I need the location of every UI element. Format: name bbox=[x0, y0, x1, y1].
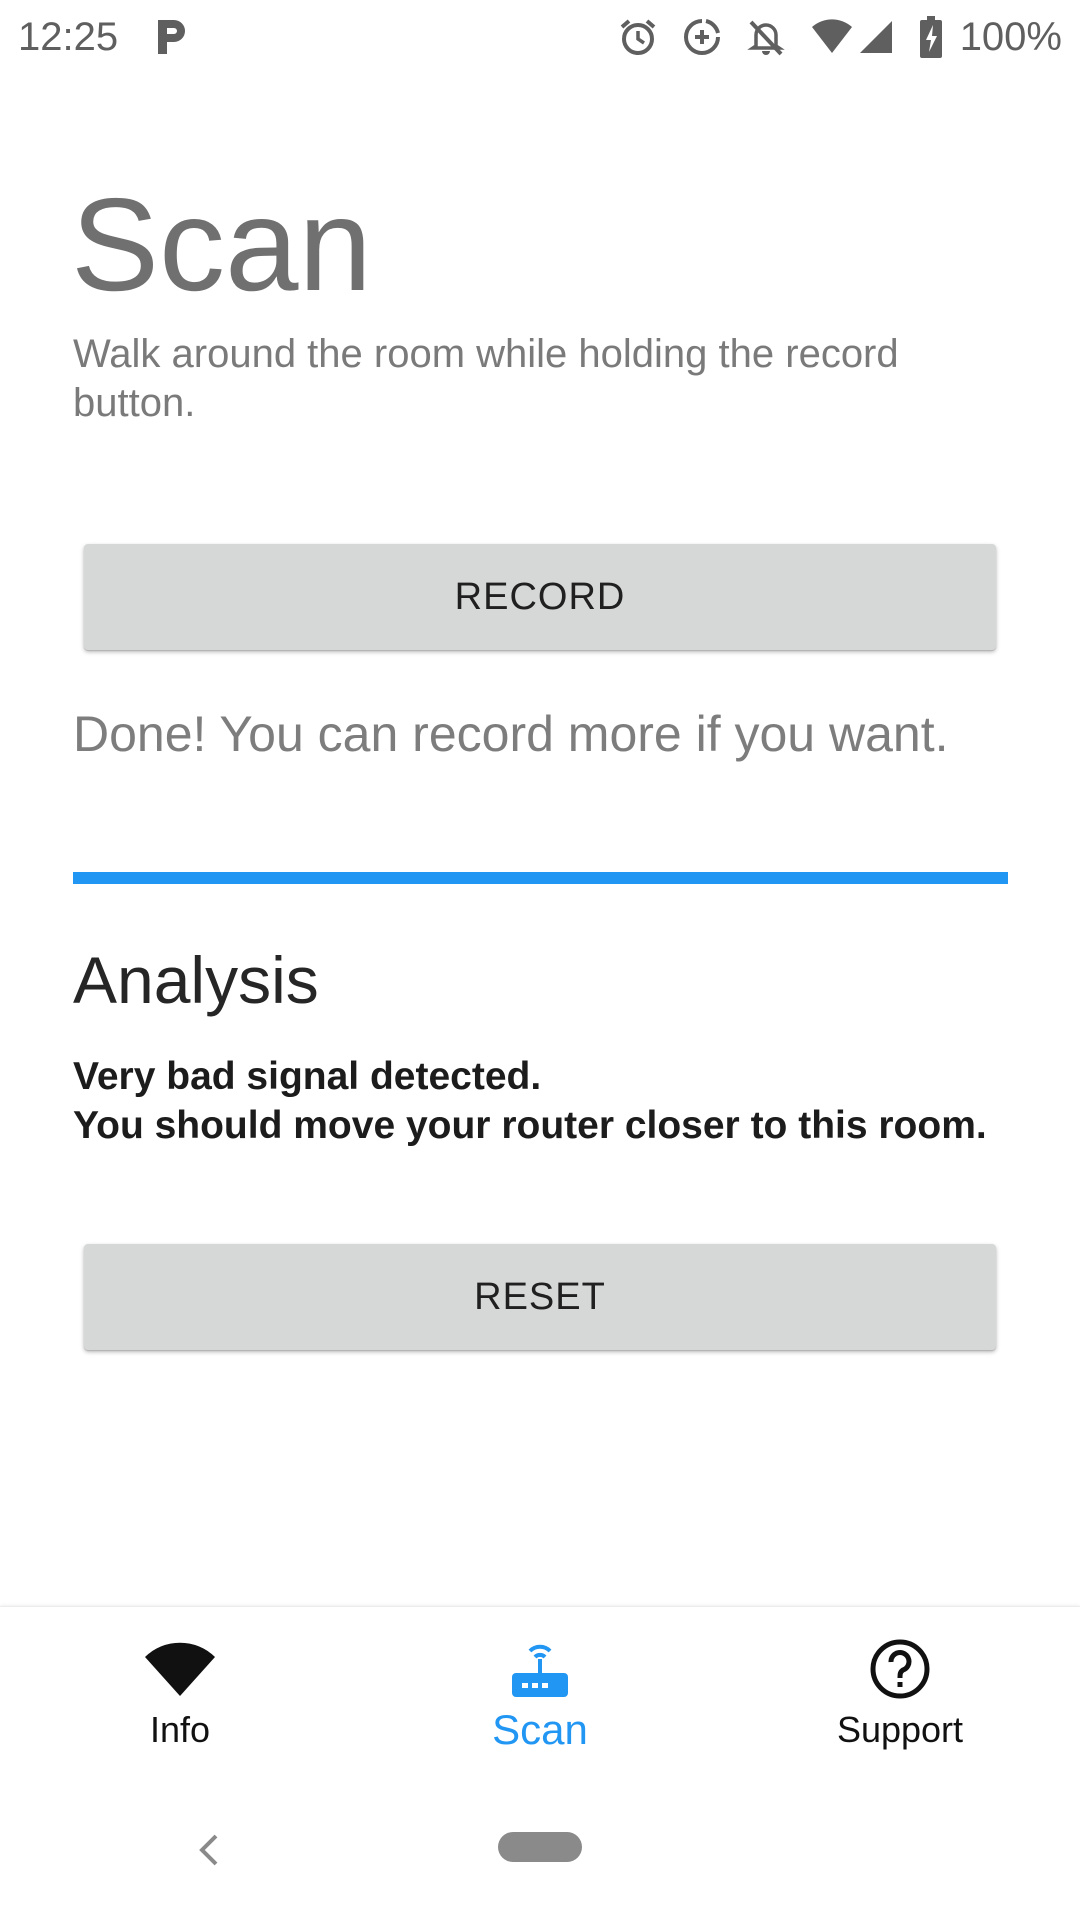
nav-item-support[interactable]: Support bbox=[720, 1607, 1080, 1777]
back-icon[interactable] bbox=[190, 1830, 230, 1870]
data-saver-icon bbox=[683, 19, 720, 55]
status-time: 12:25 bbox=[18, 15, 119, 59]
wifi-icon bbox=[145, 1642, 215, 1696]
nav-item-info[interactable]: Info bbox=[0, 1607, 360, 1777]
battery-percent: 100% bbox=[959, 15, 1062, 59]
wifi-icon bbox=[811, 19, 852, 53]
scan-progress-bar bbox=[73, 872, 1008, 884]
analysis-heading: Analysis bbox=[73, 943, 319, 1017]
nav-item-label: Info bbox=[149, 1709, 211, 1750]
analysis-result-line: You should move your router closer to th… bbox=[73, 1104, 987, 1147]
bottom-navigation: Info Scan Support bbox=[0, 1606, 1080, 1777]
scan-status-message: Done! You can record more if you want. bbox=[73, 706, 949, 762]
status-bar: 12:25 100% bbox=[0, 0, 1080, 74]
help-circle-icon bbox=[870, 1639, 930, 1699]
nav-item-label: Scan bbox=[492, 1706, 588, 1753]
nav-item-scan[interactable]: Scan bbox=[360, 1607, 720, 1777]
parking-icon bbox=[158, 20, 185, 54]
analysis-result: Very bad signal detected. You should mov… bbox=[73, 1052, 1033, 1150]
analysis-result-line: Very bad signal detected. bbox=[73, 1055, 542, 1098]
reset-button[interactable]: RESET bbox=[84, 1244, 996, 1350]
nav-item-label: Support bbox=[836, 1709, 964, 1750]
status-icons: 100% bbox=[594, 12, 1062, 62]
home-pill[interactable] bbox=[498, 1832, 582, 1862]
page-title: Scan bbox=[71, 171, 372, 318]
battery-charging-icon bbox=[919, 16, 942, 58]
record-button[interactable]: RECORD bbox=[84, 544, 996, 650]
cell-signal-icon bbox=[859, 21, 892, 53]
notifications-off-icon bbox=[746, 20, 785, 56]
alarm-icon bbox=[620, 19, 655, 55]
router-icon bbox=[512, 1644, 568, 1697]
scan-progress-fill bbox=[73, 872, 1008, 884]
scan-instructions: Walk around the room while holding the r… bbox=[73, 332, 899, 425]
